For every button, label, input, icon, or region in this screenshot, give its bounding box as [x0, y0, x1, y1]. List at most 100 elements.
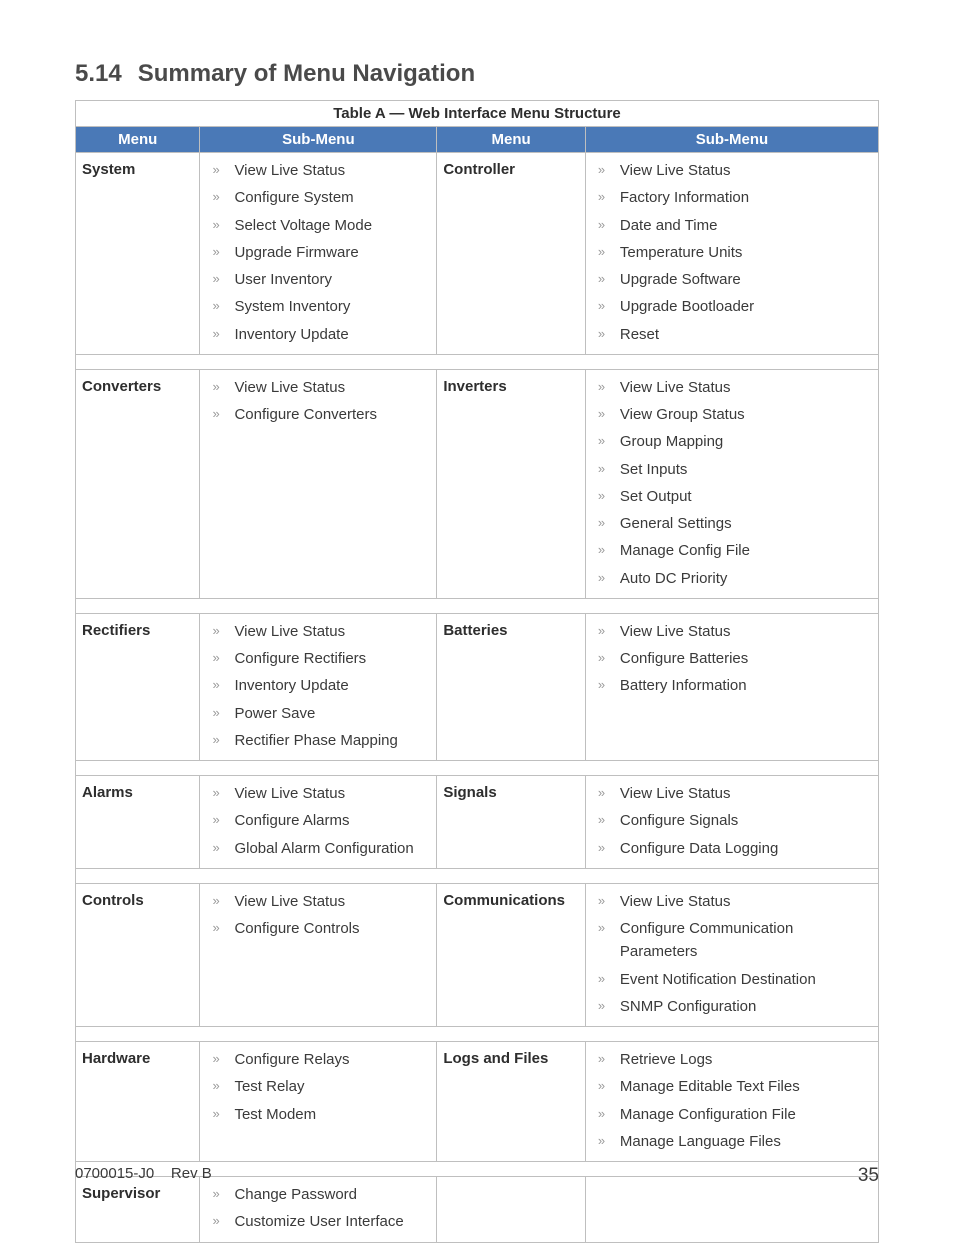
submenu-cell-right: »View Live Status»Configure Batteries»Ba… [585, 613, 878, 760]
chevron-icon: » [598, 404, 605, 424]
chevron-icon: » [598, 810, 605, 830]
submenu-item: » View Live Status [590, 780, 874, 807]
submenu-item-label: Customize User Interface [234, 1213, 403, 1230]
submenu-item: »Group Mapping [590, 428, 874, 455]
submenu-item-label: Test Modem [234, 1106, 316, 1123]
submenu-item-label: Auto DC Priority [620, 570, 728, 587]
submenu-item-label: Set Inputs [620, 461, 688, 478]
submenu-item-label: Configure Converters [234, 406, 377, 423]
chevron-icon: » [212, 160, 219, 180]
submenu-item-label: Upgrade Firmware [234, 244, 358, 261]
submenu-item-label: View Live Status [620, 162, 731, 179]
submenu-item: »Inventory Update [204, 672, 432, 699]
submenu-item: »Inventory Update [204, 321, 432, 348]
submenu-item: »Configure Relays [204, 1046, 432, 1073]
submenu-item: »Configure Signals [590, 807, 874, 834]
submenu-item-label: Test Relay [234, 1078, 304, 1095]
submenu-item-label: Manage Configuration File [620, 1106, 796, 1123]
chevron-icon: » [212, 621, 219, 641]
submenu-item-label: View Group Status [620, 406, 745, 423]
chevron-icon: » [598, 918, 605, 938]
chevron-icon: » [212, 648, 219, 668]
chevron-icon: » [598, 513, 605, 533]
submenu-item: »Auto DC Priority [590, 565, 874, 592]
submenu-item-label: User Inventory [234, 271, 332, 288]
submenu-item: » Global Alarm Configuration [204, 835, 432, 862]
submenu-item: »View Live Status [204, 374, 432, 401]
submenu-item: » Manage Configuration File [590, 1101, 874, 1128]
submenu-item: »General Settings [590, 510, 874, 537]
submenu-item-label: Configure Alarms [234, 812, 349, 829]
table-row: Alarms»View Live Status»Configure Alarms… [76, 776, 879, 869]
chevron-icon: » [212, 891, 219, 911]
submenu-item: »Temperature Units [590, 239, 874, 266]
chevron-icon: » [212, 404, 219, 424]
chevron-icon: » [598, 160, 605, 180]
table-header-row: Menu Sub-Menu Menu Sub-Menu [76, 127, 879, 153]
submenu-cell-right: »Retrieve Logs»Manage Editable Text File… [585, 1042, 878, 1162]
submenu-item: » Configure Data Logging [590, 835, 874, 862]
chevron-icon: » [598, 648, 605, 668]
chevron-icon: » [598, 324, 605, 344]
chevron-icon: » [598, 215, 605, 235]
submenu-item: »Power Save [204, 700, 432, 727]
submenu-item: » View Live Status [590, 157, 874, 184]
submenu-item-label: View Live Status [620, 893, 731, 910]
chevron-icon: » [212, 838, 219, 858]
chevron-icon: » [598, 838, 605, 858]
submenu-item-label: Select Voltage Mode [234, 217, 372, 234]
table-row: Hardware»Configure Relays»Test Relay»Tes… [76, 1042, 879, 1162]
submenu-item-label: Inventory Update [234, 326, 348, 343]
menu-cell-right: Controller [437, 153, 586, 355]
submenu-item: » Set Inputs [590, 456, 874, 483]
chevron-icon: » [598, 783, 605, 803]
table-row: Rectifiers»View Live Status»Configure Re… [76, 613, 879, 760]
submenu-item-label: Upgrade Bootloader [620, 298, 754, 315]
submenu-item: »Manage Config File [590, 537, 874, 564]
submenu-item: » Configure Converters [204, 401, 432, 428]
chevron-icon: » [212, 1076, 219, 1096]
submenu-item-label: Manage Language Files [620, 1133, 781, 1150]
submenu-item: »Manage Language Files [590, 1128, 874, 1155]
submenu-item: »Configure Batteries [590, 645, 874, 672]
submenu-cell-left: »Configure Relays » Test Relay » Test Modem [200, 1042, 437, 1162]
chevron-icon: » [212, 1104, 219, 1124]
submenu-item-label: Rectifier Phase Mapping [234, 732, 397, 749]
submenu-item: »Date and Time [590, 212, 874, 239]
submenu-item-label: Configure Controls [234, 920, 359, 937]
section-number: 5.14 [75, 60, 122, 87]
chevron-icon: » [598, 459, 605, 479]
submenu-item: »Customize User Interface [204, 1208, 432, 1235]
footer-doc-id: 0700015-J0 [75, 1165, 154, 1182]
submenu-item: » Configure Alarms [204, 807, 432, 834]
submenu-item: » SNMP Configuration [590, 993, 874, 1020]
chevron-icon: » [212, 918, 219, 938]
submenu-item-label: View Live Status [620, 623, 731, 640]
header-submenu-left: Sub-Menu [200, 127, 437, 153]
menu-cell-left: Controls [76, 883, 200, 1026]
menu-cell-left: Converters [76, 369, 200, 598]
submenu-item: »Event Notification Destination [590, 966, 874, 993]
header-menu-right: Menu [437, 127, 586, 153]
submenu-item: »Set Output [590, 483, 874, 510]
submenu-item-label: Configure Data Logging [620, 840, 778, 857]
chevron-icon: » [598, 1104, 605, 1124]
submenu-item-label: Temperature Units [620, 244, 743, 261]
submenu-item: »View Live Status [204, 780, 432, 807]
chevron-icon: » [598, 996, 605, 1016]
submenu-item: »Upgrade Software [590, 266, 874, 293]
chevron-icon: » [212, 215, 219, 235]
menu-cell-right: Batteries [437, 613, 586, 760]
submenu-item: »View Live Status [590, 374, 874, 401]
submenu-item: »Upgrade Bootloader [590, 293, 874, 320]
submenu-item-label: View Live Status [620, 785, 731, 802]
chevron-icon: » [212, 810, 219, 830]
menu-cell-right: Logs and Files [437, 1042, 586, 1162]
submenu-item-label: Factory Information [620, 189, 749, 206]
submenu-item: »Rectifier Phase Mapping [204, 727, 432, 754]
submenu-item: »Configure Rectifiers [204, 645, 432, 672]
submenu-item-label: SNMP Configuration [620, 998, 756, 1015]
submenu-item-label: Manage Editable Text Files [620, 1078, 800, 1095]
submenu-item-label: Global Alarm Configuration [234, 840, 413, 857]
chevron-icon: » [212, 187, 219, 207]
